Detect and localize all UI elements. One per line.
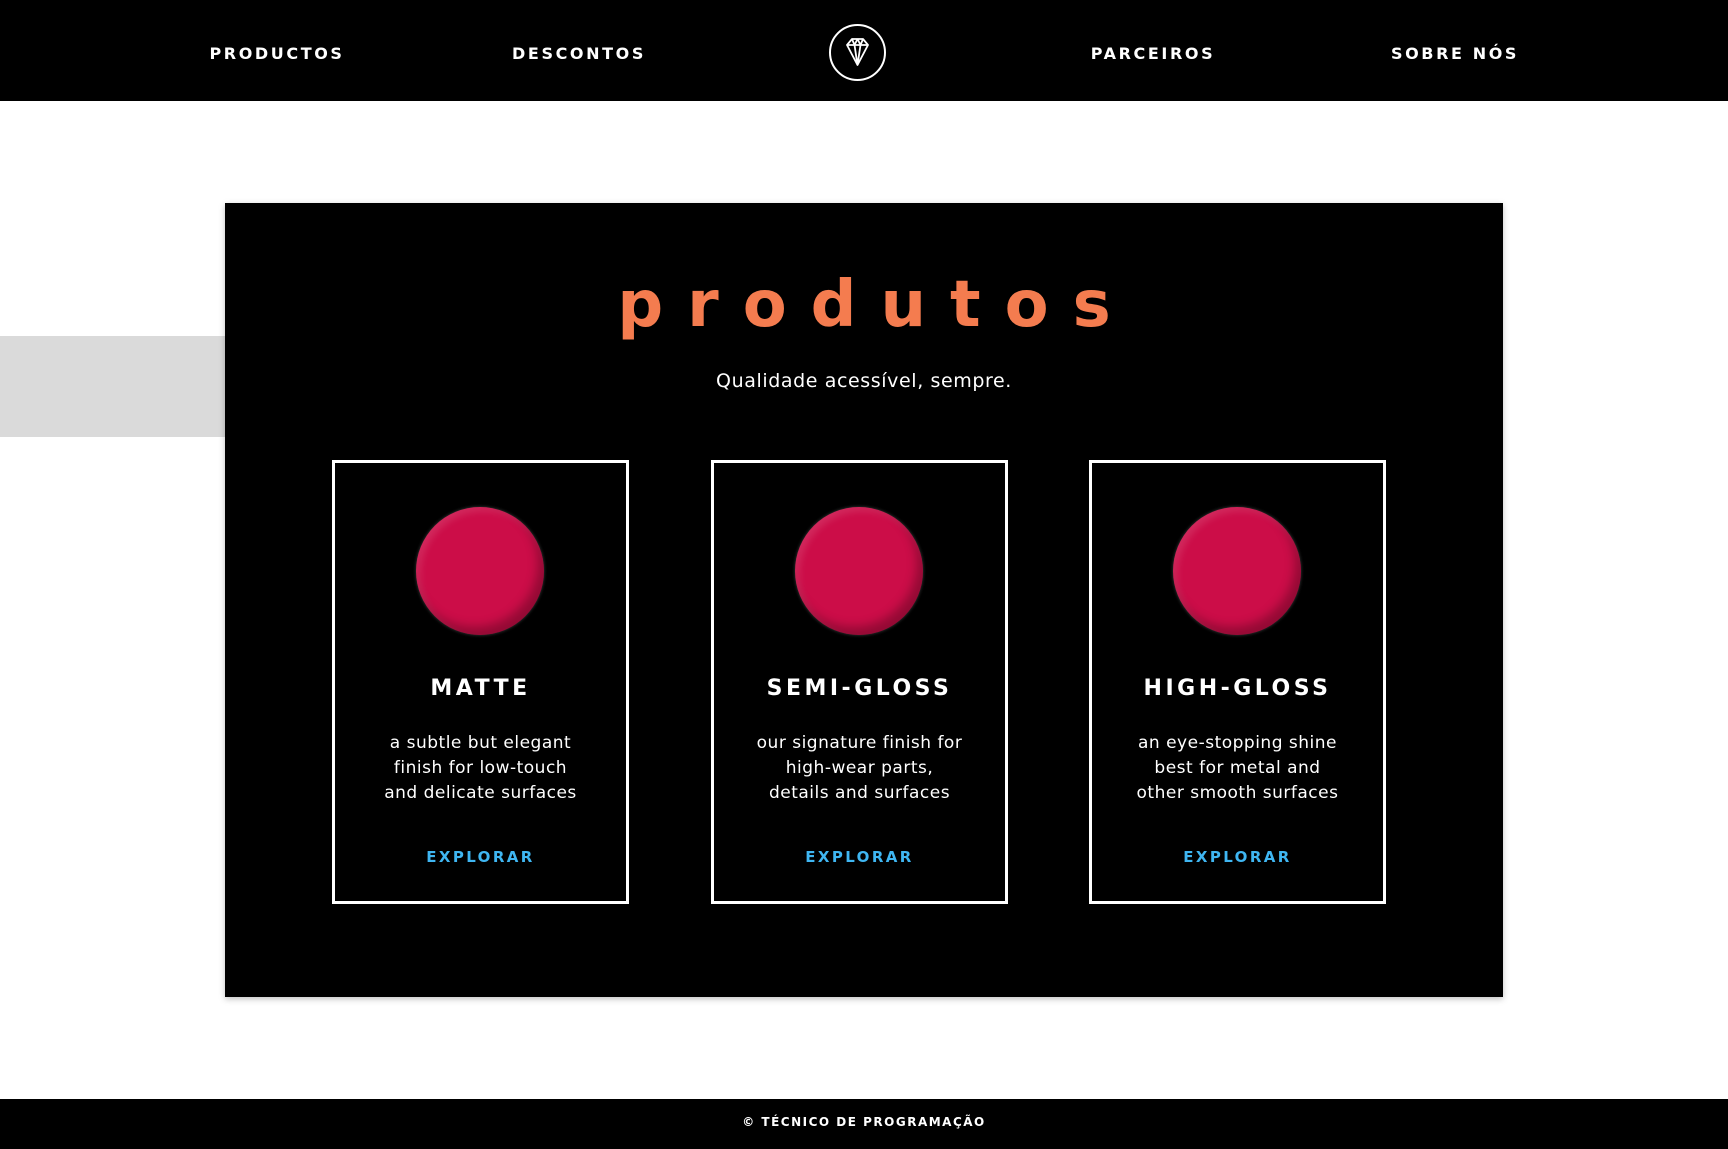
product-card-description: our signature finish for high-wear parts… [756,733,963,803]
explore-link-matte[interactable]: EXPLORAR [335,847,626,867]
nav-descontos[interactable]: DESCONTOS [512,44,646,64]
product-card-description: a subtle but elegant finish for low-touc… [384,733,577,803]
diamond-icon[interactable] [828,23,887,82]
footer-copyright: © TÉCNICO DE PROGRAMAÇÃO [742,1115,986,1129]
finish-swatch [795,507,923,635]
explore-link-high-gloss[interactable]: EXPLORAR [1092,847,1383,867]
product-card-semi-gloss: SEMI-GLOSS our signature finish for high… [711,460,1008,904]
decorative-side-block [0,336,226,437]
finish-swatch [1173,507,1301,635]
products-panel: produtos Qualidade acessível, sempre. MA… [225,203,1503,997]
product-card-high-gloss: HIGH-GLOSS an eye-stopping shine best fo… [1089,460,1386,904]
nav-parceiros[interactable]: PARCEIROS [1091,44,1215,64]
product-card-title: MATTE [430,676,531,701]
product-card-matte: MATTE a subtle but elegant finish for lo… [332,460,629,904]
products-title: produtos [617,268,1135,342]
product-card-description: an eye-stopping shine best for metal and… [1136,733,1339,803]
site-header: PRODUCTOS DESCONTOS PARCEIROS SOBRE NÓS [0,0,1728,101]
finish-swatch [416,507,544,635]
products-subtitle: Qualidade acessível, sempre. [716,370,1012,392]
product-card-title: SEMI-GLOSS [766,676,953,701]
nav-productos[interactable]: PRODUCTOS [209,44,344,64]
explore-link-semi-gloss[interactable]: EXPLORAR [714,847,1005,867]
product-card-title: HIGH-GLOSS [1143,676,1332,701]
site-footer: © TÉCNICO DE PROGRAMAÇÃO [0,1099,1728,1149]
nav-sobre-nos[interactable]: SOBRE NÓS [1391,44,1519,64]
